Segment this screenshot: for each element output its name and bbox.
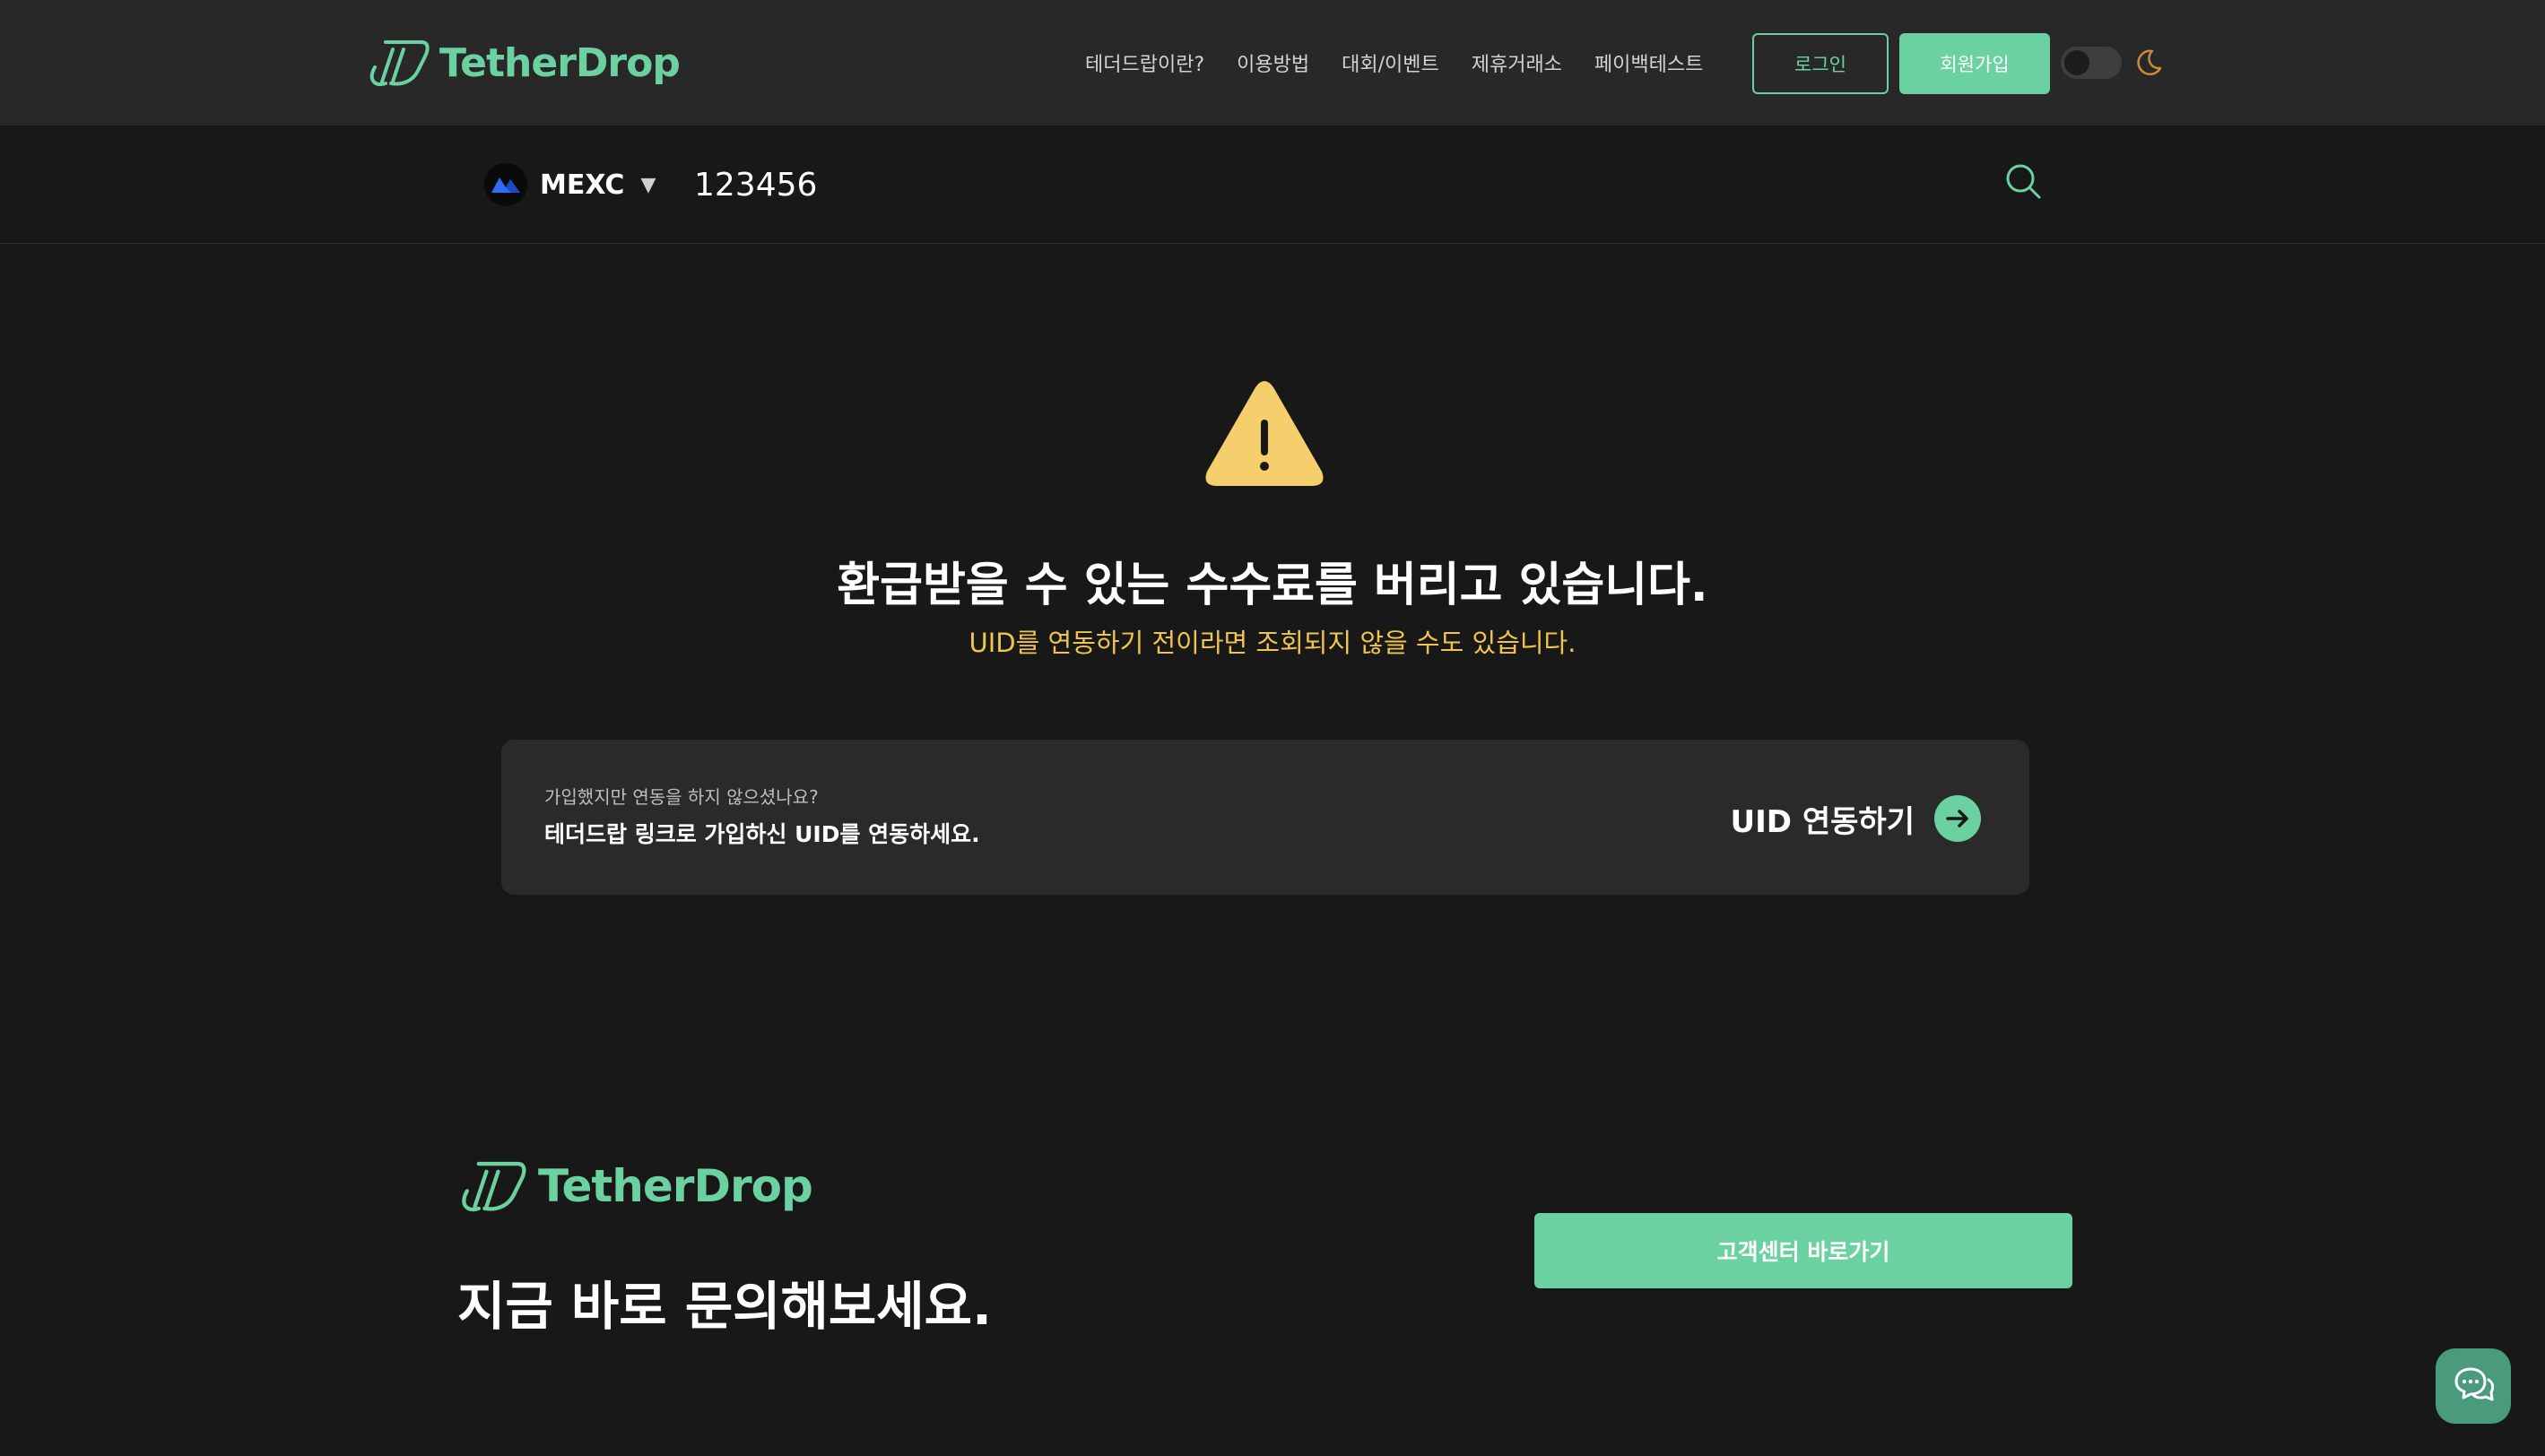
uid-search-bar: MEXC ▼ (0, 126, 2545, 244)
warning-subtitle: UID를 연동하기 전이라면 조회되지 않을 수도 있습니다. (968, 628, 1577, 658)
warning-icon (1205, 381, 1324, 486)
customer-center-button[interactable]: 고객센터 바로가기 (1534, 1213, 2072, 1288)
uid-link-button[interactable]: UID 연동하기 (1731, 793, 1981, 844)
signup-button[interactable]: 회원가입 (1899, 33, 2050, 94)
footer-title: 지금 바로 문의해보세요. (457, 1276, 993, 1337)
uid-search-input[interactable] (694, 158, 1950, 212)
logo-text: TetherDrop (439, 39, 681, 86)
warning-title: 환급받을 수 있는 수수료를 버리고 있습니다. (837, 559, 1708, 612)
nav-partner-exchanges[interactable]: 제휴거래소 (1472, 48, 1562, 77)
card-description: 테더드랍 링크로 가입하신 UID를 연동하세요. (544, 821, 980, 847)
toggle-knob (2064, 50, 2089, 75)
uid-link-card: 가입했지만 연동을 하지 않으셨나요? 테더드랍 링크로 가입하신 UID를 연… (501, 740, 2029, 895)
login-button[interactable]: 로그인 (1752, 33, 1889, 94)
moon-icon[interactable] (2132, 47, 2165, 79)
exchange-name: MEXC (540, 169, 625, 201)
mexc-logo-icon (484, 163, 527, 206)
theme-toggle[interactable] (2061, 47, 2122, 79)
arrow-right-icon (1934, 795, 1981, 842)
nav-how-to-use[interactable]: 이용방법 (1237, 48, 1309, 77)
site-logo[interactable]: TetherDrop (366, 36, 681, 90)
tetherdrop-logo-icon (462, 1161, 526, 1212)
footer-logo-text: TetherDrop (538, 1160, 813, 1212)
tetherdrop-logo-icon (369, 40, 430, 86)
nav-about[interactable]: 테더드랍이란? (1085, 48, 1204, 77)
card-question: 가입했지만 연동을 하지 않으셨나요? (544, 786, 819, 808)
top-header: TetherDrop 테더드랍이란? 이용방법 대회/이벤트 제휴거래소 페이백… (0, 0, 2545, 126)
exchange-select[interactable]: MEXC ▼ (484, 158, 656, 212)
nav-payback-test[interactable]: 페이백테스트 (1594, 48, 1703, 77)
caret-down-icon: ▼ (640, 173, 656, 196)
main-nav: 테더드랍이란? 이용방법 대회/이벤트 제휴거래소 페이백테스트 (1085, 43, 1703, 82)
footer-logo: TetherDrop (457, 1157, 813, 1216)
uid-link-label: UID 연동하기 (1730, 803, 1915, 840)
search-icon[interactable] (2002, 160, 2045, 203)
chat-button[interactable] (2436, 1348, 2511, 1424)
nav-events[interactable]: 대회/이벤트 (1342, 48, 1439, 77)
chat-icon (2454, 1367, 2495, 1401)
page: TetherDrop 테더드랍이란? 이용방법 대회/이벤트 제휴거래소 페이백… (0, 0, 2545, 1456)
